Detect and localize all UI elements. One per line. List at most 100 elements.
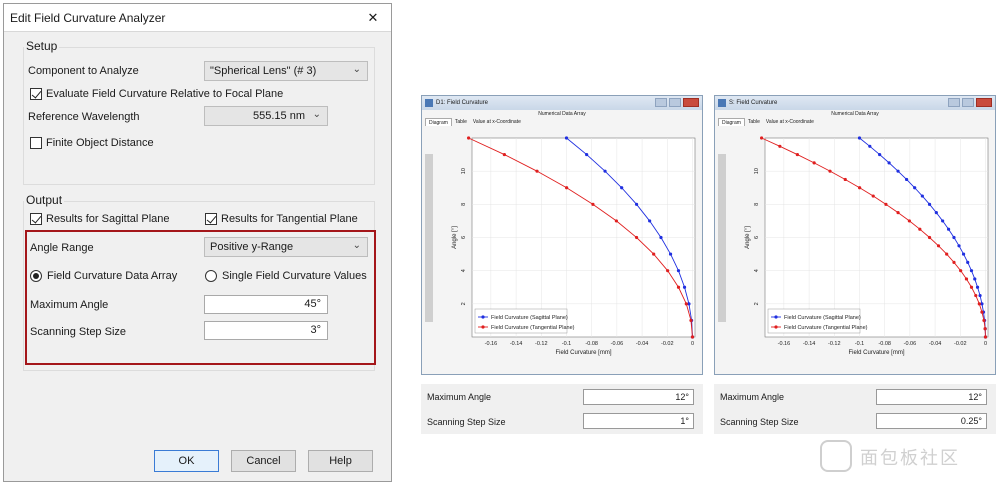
data-point	[983, 327, 987, 331]
param-max-angle-input[interactable]: 12°	[876, 389, 987, 405]
angle-range-label: Angle Range	[30, 242, 94, 254]
x-axis-label: Field Curvature [mm]	[848, 350, 904, 356]
data-point	[934, 211, 938, 215]
chevron-down-icon: ⌄	[312, 109, 321, 120]
setup-group-title: Setup	[24, 39, 60, 53]
legend-marker	[774, 325, 778, 329]
data-point	[982, 318, 986, 323]
data-point	[795, 152, 799, 157]
x-tick-label: -0.1	[562, 341, 571, 347]
x-tick-label: -0.08	[585, 341, 598, 347]
finite-object-label: Finite Object Distance	[46, 137, 154, 149]
y-tick-label: 6	[754, 236, 760, 239]
legend-label: Field Curvature (Tangential Plane)	[491, 325, 575, 331]
data-point	[659, 235, 663, 240]
data-point	[983, 335, 988, 339]
x-tick-label: -0.16	[778, 341, 791, 347]
data-point	[684, 302, 688, 306]
evaluate-checkbox[interactable]	[30, 88, 42, 100]
legend-label: Field Curvature (Sagittal Plane)	[784, 315, 861, 321]
tangential-checkbox[interactable]	[205, 213, 217, 225]
field-curvature-chart-2: -0.16 -0.14 -0.12 -0.1 -0.08 -0.06 -0.04 -0.02 0…	[745, 136, 989, 356]
x-tick-label: -0.14	[803, 341, 816, 347]
radio-data-array-label: Field Curvature Data Array	[47, 270, 178, 282]
data-point	[843, 177, 847, 182]
data-point	[961, 252, 966, 256]
x-tick-label: -0.08	[878, 341, 891, 347]
plot-window-2: S: Field Curvature Numerical Data Array …	[714, 95, 996, 375]
data-point	[857, 136, 862, 140]
data-point	[964, 277, 969, 281]
data-point	[927, 202, 932, 206]
dialog-title: Edit Field Curvature Analyzer	[10, 10, 166, 25]
ref-wavelength-label: Reference Wavelength	[28, 111, 140, 123]
data-point	[945, 252, 949, 256]
data-point	[564, 136, 569, 140]
data-point	[682, 285, 687, 289]
cancel-button[interactable]: Cancel	[231, 450, 296, 472]
data-point	[868, 144, 872, 148]
data-point	[969, 269, 974, 273]
param-step-label: Scanning Step Size	[427, 417, 506, 427]
step-size-input[interactable]: 3°	[204, 321, 328, 340]
data-point	[668, 252, 673, 256]
plot-1-params: Maximum Angle 12° Scanning Step Size 1°	[421, 384, 703, 434]
angle-range-value: Positive y-Range	[210, 241, 294, 253]
step-size-label: Scanning Step Size	[30, 326, 127, 338]
data-point	[887, 161, 891, 165]
field-curvature-chart-1: -0.16 -0.14 -0.12 -0.1 -0.08 -0.06 -0.04 -0.02 0…	[452, 136, 696, 356]
help-button[interactable]: Help	[308, 450, 373, 472]
param-step-input[interactable]: 1°	[583, 413, 694, 429]
y-tick-label: 8	[754, 203, 760, 206]
x-tick-label: 0	[691, 341, 694, 347]
x-tick-label: -0.12	[535, 341, 548, 347]
data-point	[884, 202, 888, 206]
watermark: 面包板社区	[820, 440, 990, 474]
sagittal-label: Results for Sagittal Plane	[46, 213, 170, 225]
component-label: Component to Analyze	[28, 65, 139, 77]
y-tick-label: 2	[461, 302, 467, 305]
ref-wavelength-select[interactable]: 555.15 nm ⌄	[204, 106, 328, 126]
x-tick-label: -0.06	[904, 341, 917, 347]
data-point	[973, 277, 977, 281]
sagittal-checkbox[interactable]	[30, 213, 42, 225]
data-point	[585, 152, 589, 157]
y-tick-label: 4	[754, 269, 760, 272]
data-point	[634, 235, 639, 240]
data-point	[977, 302, 981, 306]
finite-object-checkbox[interactable]	[30, 137, 42, 149]
close-icon[interactable]: ✕	[365, 10, 381, 26]
radio-single-values[interactable]	[205, 270, 217, 282]
y-axis-label: Angle [°]	[452, 226, 458, 249]
data-point	[896, 169, 900, 173]
data-point	[871, 194, 875, 198]
component-select[interactable]: "Spherical Lens" (# 3) ⌄	[204, 61, 368, 81]
param-step-input[interactable]: 0.25°	[876, 413, 987, 429]
x-axis-label: Field Curvature [mm]	[555, 350, 611, 356]
x-tick-label: -0.12	[828, 341, 841, 347]
x-tick-label: -0.06	[611, 341, 624, 347]
data-point	[927, 235, 932, 240]
data-point	[759, 136, 764, 140]
x-tick-label: -0.04	[929, 341, 942, 347]
ok-button[interactable]: OK	[154, 450, 219, 472]
data-point	[828, 169, 832, 173]
max-angle-label: Maximum Angle	[30, 299, 109, 311]
data-point	[969, 285, 974, 289]
plot-2-params: Maximum Angle 12° Scanning Step Size 0.2…	[714, 384, 996, 434]
max-angle-input[interactable]: 45°	[204, 295, 328, 314]
legend-marker	[481, 325, 485, 329]
data-point	[978, 293, 982, 298]
param-max-angle-input[interactable]: 12°	[583, 389, 694, 405]
radio-data-array[interactable]	[30, 270, 42, 282]
data-point	[689, 318, 693, 323]
angle-range-select[interactable]: Positive y-Range ⌄	[204, 237, 368, 257]
data-point	[980, 310, 984, 314]
x-tick-label: -0.14	[510, 341, 523, 347]
watermark-text: 面包板社区	[860, 448, 960, 468]
data-point	[959, 269, 963, 273]
data-point	[666, 269, 670, 273]
data-point	[946, 227, 951, 231]
y-tick-label: 6	[461, 236, 467, 239]
data-point	[466, 136, 471, 140]
